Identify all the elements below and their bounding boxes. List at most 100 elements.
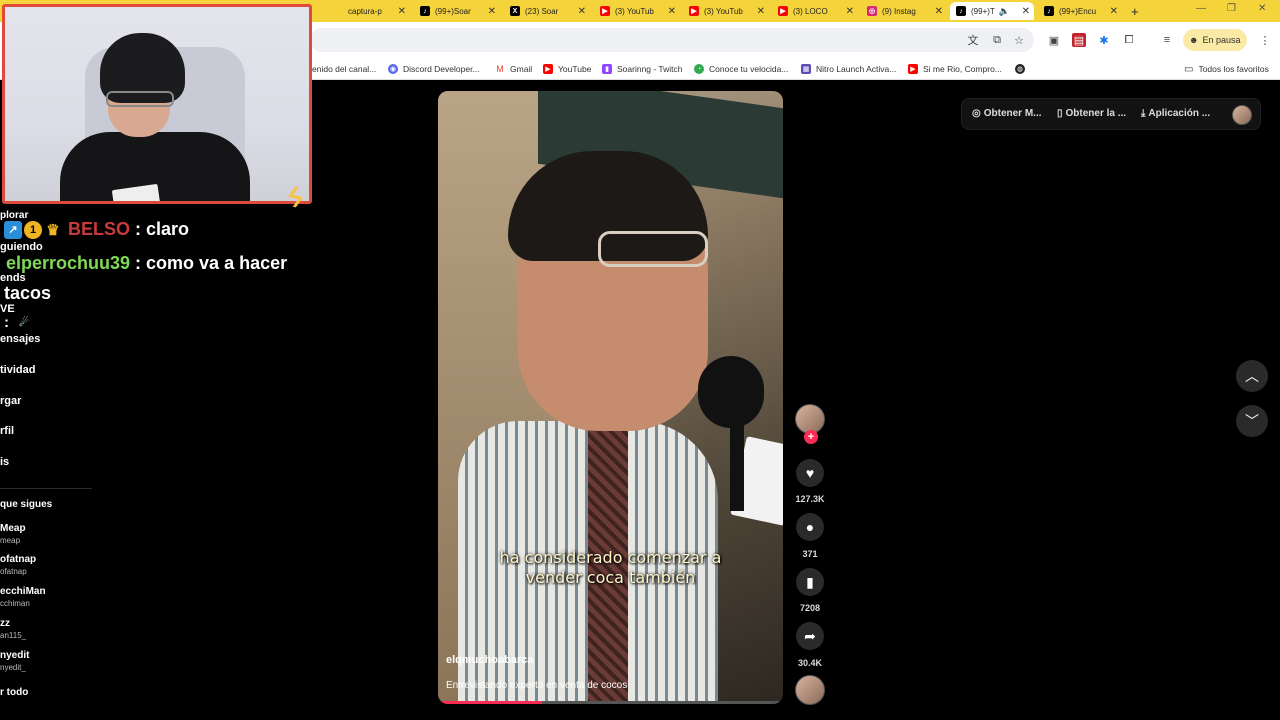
- bookmark-item[interactable]: enido del canal...: [312, 61, 376, 77]
- sidebar-item-activity[interactable]: tividad: [0, 364, 35, 376]
- extension-icon[interactable]: ✱: [1097, 33, 1111, 47]
- video-author[interactable]: elqmuchoabarca: [446, 654, 533, 666]
- bookmark-label: Nitro Launch Activa...: [816, 64, 897, 74]
- like-count: 127.3K: [795, 494, 825, 504]
- close-window-icon[interactable]: ✕: [1258, 3, 1266, 14]
- bookmark-item[interactable]: ◍: [1015, 61, 1030, 77]
- close-tab-icon[interactable]: ✕: [757, 6, 765, 17]
- profile-pause-button[interactable]: ☻ En pausa: [1183, 29, 1247, 51]
- account-handle: an115_: [0, 631, 27, 640]
- bookmark-icon: ▮: [806, 573, 814, 590]
- address-bar[interactable]: [310, 28, 1034, 52]
- tiktok-icon: ♪: [956, 6, 966, 16]
- get-app-button[interactable]: ▯ Obtener la ...: [1057, 108, 1126, 119]
- close-tab-icon[interactable]: ✕: [398, 6, 406, 17]
- sidebar-item-following[interactable]: guiendo: [0, 241, 43, 253]
- sidebar-item-messages[interactable]: ensajes: [0, 333, 40, 345]
- tab-9[interactable]: ♪ (99+)Encu ✕: [1044, 2, 1118, 20]
- sidebar-divider: [0, 488, 92, 489]
- save-button[interactable]: ▮: [796, 568, 824, 596]
- tab-8-active[interactable]: ♪ (99+)T 🔈 ✕: [950, 2, 1034, 20]
- chat-message: ↗ 1 ♛ BELSO : claro: [4, 219, 189, 240]
- all-bookmarks-folder[interactable]: ▭ Todos los favoritos: [1184, 61, 1269, 77]
- share-button[interactable]: ➦: [796, 622, 824, 650]
- sound-avatar[interactable]: [795, 675, 825, 705]
- bookmark-item[interactable]: ▦ Nitro Launch Activa...: [801, 61, 896, 77]
- see-all-link[interactable]: r todo: [0, 687, 28, 698]
- close-tab-icon[interactable]: ✕: [488, 6, 496, 17]
- bookmark-label: Conoce tu velocida...: [709, 64, 789, 74]
- account-name: nyedit: [0, 650, 30, 661]
- video-progress-bar[interactable]: [438, 701, 783, 704]
- badge-icon: 1: [24, 220, 42, 239]
- tab-label: (99+)Soar: [435, 6, 471, 16]
- close-tab-icon[interactable]: ✕: [935, 6, 943, 17]
- media-control-icon[interactable]: ≡: [1160, 33, 1174, 47]
- close-tab-icon[interactable]: ✕: [846, 6, 854, 17]
- extension-icon[interactable]: ▣: [1047, 33, 1061, 47]
- tab-4[interactable]: ▶ (3) YouTub ✕: [600, 2, 676, 20]
- account-name: Meap: [0, 523, 26, 534]
- tab-1[interactable]: captura-p ✕: [326, 2, 406, 20]
- sidebar-item-profile[interactable]: rfil: [0, 425, 14, 437]
- get-coins-button[interactable]: ◎ Obtener M...: [972, 108, 1042, 119]
- close-tab-icon[interactable]: ✕: [578, 6, 586, 17]
- bookmark-item[interactable]: ▶ YouTube: [543, 61, 591, 77]
- follow-plus-icon[interactable]: +: [804, 430, 818, 444]
- close-tab-icon[interactable]: ✕: [1022, 6, 1030, 17]
- sidebar-item-upload[interactable]: rgar: [0, 395, 21, 407]
- extension-icon[interactable]: ▤: [1072, 33, 1086, 47]
- webcam-person-glasses: [106, 91, 174, 107]
- desktop-app-button[interactable]: ⤓ Aplicación ...: [1141, 108, 1210, 119]
- new-tab-button[interactable]: +: [1131, 2, 1145, 20]
- puzzle-icon[interactable]: ⧠: [1122, 33, 1136, 47]
- like-button[interactable]: ♥: [796, 459, 824, 487]
- bookmark-item[interactable]: ◉ Discord Developer...: [388, 61, 480, 77]
- tiktok-icon: ♪: [420, 6, 430, 16]
- account-handle: nyedit_: [0, 663, 26, 672]
- cast-icon[interactable]: ⧉: [990, 33, 1004, 47]
- tab-label: (99+)T: [971, 6, 995, 16]
- tab-6[interactable]: ▶ (3) LOCO ✕: [778, 2, 854, 20]
- tiktok-icon: ♪: [1044, 6, 1054, 16]
- bookmark-star-icon[interactable]: ☆: [1012, 33, 1026, 47]
- close-tab-icon[interactable]: ✕: [668, 6, 676, 17]
- bookmark-label: enido del canal...: [312, 64, 377, 74]
- bookmark-item[interactable]: ▮ Soarinng - Twitch: [602, 61, 683, 77]
- bookmark-item[interactable]: ◔ Conoce tu velocida...: [694, 61, 788, 77]
- tab-3[interactable]: X (23) Soar ✕: [510, 2, 586, 20]
- menu-icon[interactable]: ⋮: [1258, 33, 1272, 47]
- bookmark-item[interactable]: ▶ Si me Rio, Compro...: [908, 61, 1002, 77]
- bookmark-item[interactable]: M Gmail: [495, 61, 532, 77]
- account-name: zz: [0, 618, 10, 629]
- user-avatar[interactable]: [1232, 105, 1252, 125]
- heart-icon: ♥: [805, 465, 815, 481]
- chevron-down-icon: ﹀: [1245, 413, 1259, 429]
- translate-icon[interactable]: 文: [966, 33, 980, 47]
- next-video-button[interactable]: ﹀: [1236, 405, 1268, 437]
- comment-button[interactable]: ●: [796, 513, 824, 541]
- close-tab-icon[interactable]: ✕: [1110, 6, 1118, 17]
- speed-icon: ◔: [694, 64, 704, 74]
- tab-5[interactable]: ▶ (3) YouTub ✕: [689, 2, 765, 20]
- badge-icon: ↗: [4, 220, 22, 239]
- bookmark-label: Gmail: [510, 64, 533, 74]
- tab-label: (99+)Encu: [1059, 6, 1097, 16]
- account-handle: cchiman: [0, 599, 30, 608]
- account-name: ofatnap: [0, 554, 37, 565]
- progress-fill: [438, 701, 542, 704]
- following-header: que sigues: [0, 499, 53, 510]
- previous-video-button[interactable]: ︿: [1236, 360, 1268, 392]
- chat-text: :: [4, 314, 9, 331]
- video-player[interactable]: ha considerado comenzar a vender coca ta…: [438, 91, 783, 704]
- chat-message: elperrochuu39 : como va a hacer: [4, 253, 287, 274]
- maximize-icon[interactable]: ❐: [1227, 3, 1236, 14]
- bookmark-label: YouTube: [558, 64, 592, 74]
- speaker-icon[interactable]: 🔈: [999, 6, 1010, 17]
- folder-icon: ▭: [1184, 63, 1194, 75]
- tab-2[interactable]: ♪ (99+)Soar ✕: [420, 2, 496, 20]
- sidebar-item-more[interactable]: is: [0, 456, 9, 468]
- tab-7[interactable]: ◎ (9) Instag ✕: [867, 2, 943, 20]
- minimize-icon[interactable]: —: [1196, 3, 1206, 14]
- share-count: 30.4K: [797, 658, 823, 668]
